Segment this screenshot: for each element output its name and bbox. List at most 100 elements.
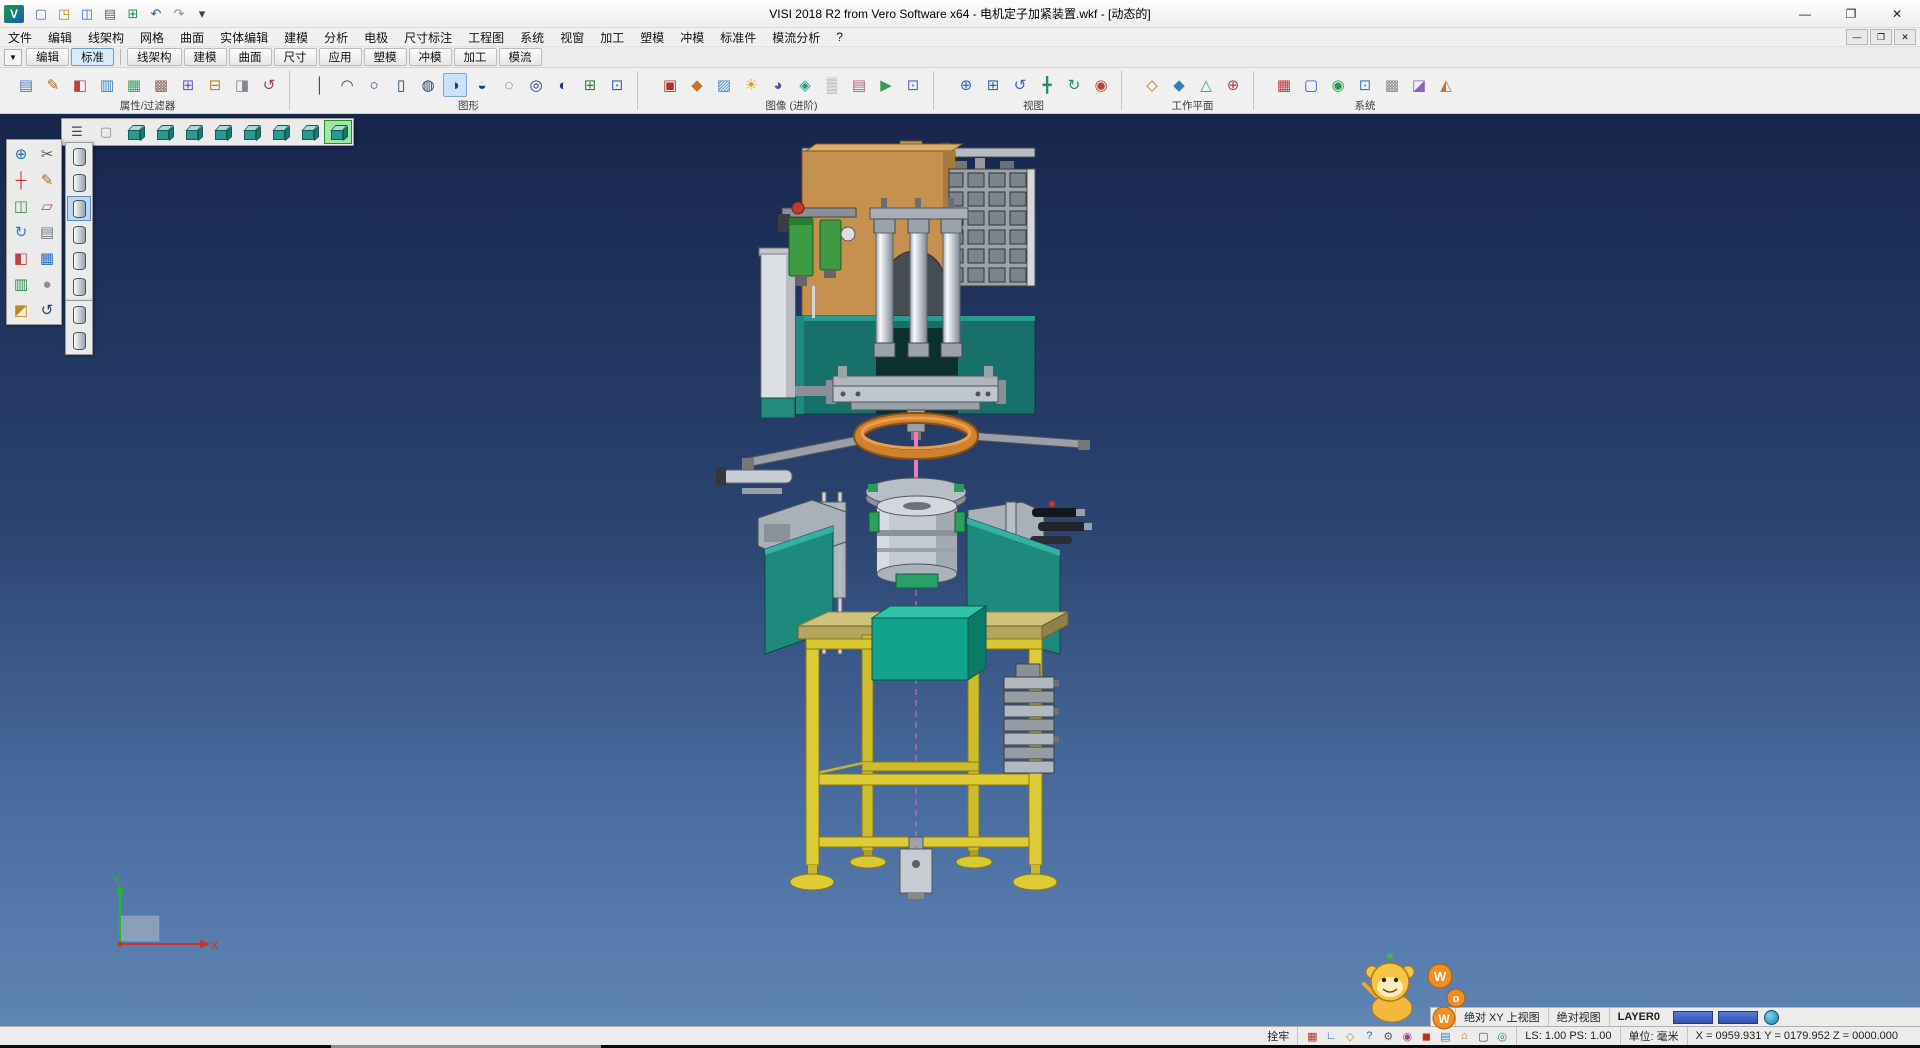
- menu-item[interactable]: 分析: [316, 28, 356, 46]
- qat-customize-dropdown[interactable]: ▾: [191, 4, 213, 24]
- snap-point-icon[interactable]: ┼: [8, 167, 34, 193]
- tab-standard[interactable]: 标准: [71, 48, 114, 66]
- background-icon[interactable]: ▒: [820, 73, 844, 97]
- analysis-display-icon[interactable]: [67, 274, 91, 299]
- delete-icon[interactable]: ▱: [34, 193, 60, 219]
- zoom-window-icon[interactable]: ⊞: [981, 73, 1005, 97]
- menu-item[interactable]: 编辑: [40, 28, 80, 46]
- doc-close-button[interactable]: ✕: [1894, 29, 1916, 45]
- section-mode-icon[interactable]: ◐: [551, 73, 575, 97]
- layers-tool-icon[interactable]: ▥: [8, 271, 34, 297]
- menu-item[interactable]: 实体编辑: [212, 28, 276, 46]
- cylinder-style-icon[interactable]: ▯: [389, 73, 413, 97]
- render-icon[interactable]: ▣: [658, 73, 682, 97]
- compass-icon[interactable]: ◎: [1494, 1029, 1510, 1044]
- paint-icon[interactable]: ◧: [8, 245, 34, 271]
- texture-icon[interactable]: ▨: [712, 73, 736, 97]
- menu-item[interactable]: ?: [828, 28, 851, 46]
- view-bottom-icon[interactable]: [295, 120, 323, 144]
- shadow-icon[interactable]: ◕: [766, 73, 790, 97]
- tab-mold[interactable]: 塑模: [364, 48, 407, 66]
- viewport-3d[interactable]: Y X ☰ ▢: [0, 114, 1920, 1026]
- undo-icon[interactable]: ↶: [145, 4, 167, 24]
- shaded-mode-icon[interactable]: ◑: [443, 73, 467, 97]
- photo-icon[interactable]: ▤: [847, 73, 871, 97]
- view-front-icon[interactable]: [150, 120, 178, 144]
- view-dynamic-icon[interactable]: [324, 120, 352, 144]
- remove-filter-icon[interactable]: ⊟: [203, 73, 227, 97]
- mascot-widget[interactable]: W o W: [1340, 952, 1490, 1044]
- ghost-display-icon[interactable]: [67, 328, 91, 353]
- zoom-tool-icon[interactable]: ⊕: [8, 141, 34, 167]
- menu-item[interactable]: 系统: [512, 28, 552, 46]
- new-file-icon[interactable]: ▢: [30, 4, 52, 24]
- menu-item[interactable]: 塑模: [632, 28, 672, 46]
- menu-item[interactable]: 尺寸标注: [396, 28, 460, 46]
- monitor-icon[interactable]: ▢: [1299, 73, 1323, 97]
- tab-flow[interactable]: 模流: [499, 48, 542, 66]
- pan-icon[interactable]: ╋: [1035, 73, 1059, 97]
- animation-icon[interactable]: ▶: [874, 73, 898, 97]
- doc-minimize-button[interactable]: —: [1846, 29, 1868, 45]
- view-left-icon[interactable]: [208, 120, 236, 144]
- rendered-display-icon[interactable]: [67, 222, 91, 247]
- menu-item[interactable]: 建模: [276, 28, 316, 46]
- sketch-icon[interactable]: ✎: [34, 167, 60, 193]
- workplane-origin-icon[interactable]: ⊕: [1221, 73, 1245, 97]
- section-display-icon[interactable]: [67, 302, 91, 327]
- open-file-icon[interactable]: ◳: [53, 4, 75, 24]
- tab-application[interactable]: 应用: [319, 48, 362, 66]
- refresh-icon[interactable]: ◉: [1089, 73, 1113, 97]
- selection-icon[interactable]: ⊡: [1353, 73, 1377, 97]
- view-right-icon[interactable]: [237, 120, 265, 144]
- workplane-3points-icon[interactable]: △: [1194, 73, 1218, 97]
- tab-edit[interactable]: 编辑: [26, 48, 69, 66]
- undo-tool-icon[interactable]: ↺: [34, 297, 60, 323]
- workplane-list-icon[interactable]: ◇: [1140, 73, 1164, 97]
- table-icon[interactable]: ▦: [34, 245, 60, 271]
- type-filter-icon[interactable]: ▦: [122, 73, 146, 97]
- save-icon[interactable]: ◫: [76, 4, 98, 24]
- ortho-toggle-icon[interactable]: ∟: [1323, 1029, 1339, 1044]
- orbit-icon[interactable]: ↻: [8, 219, 34, 245]
- plot-icon[interactable]: ⊞: [122, 4, 144, 24]
- lighting-icon[interactable]: ☀: [739, 73, 763, 97]
- translucent-display-icon[interactable]: [67, 248, 91, 273]
- tab-surface[interactable]: 曲面: [229, 48, 272, 66]
- analysis-icon[interactable]: ◭: [1434, 73, 1458, 97]
- reflection-icon[interactable]: ◈: [793, 73, 817, 97]
- axes-display-icon[interactable]: ⊡: [605, 73, 629, 97]
- menu-item[interactable]: 冲模: [672, 28, 712, 46]
- minimize-button[interactable]: —: [1782, 0, 1828, 27]
- view-back-icon[interactable]: [179, 120, 207, 144]
- trim-icon[interactable]: ✂: [34, 141, 60, 167]
- tab-wireframe[interactable]: 线架构: [127, 48, 182, 66]
- print-icon[interactable]: ▤: [99, 4, 121, 24]
- shaded-display-icon[interactable]: [67, 196, 91, 221]
- arc-style-icon[interactable]: ◠: [335, 73, 359, 97]
- translucent-mode-icon[interactable]: ◒: [470, 73, 494, 97]
- sphere-icon[interactable]: ●: [34, 271, 60, 297]
- properties-icon[interactable]: ▤: [14, 73, 38, 97]
- tab-dropdown-button[interactable]: ▼: [4, 49, 22, 66]
- grid-toggle-icon[interactable]: ▦: [1304, 1029, 1320, 1044]
- globe-icon[interactable]: ◉: [1326, 73, 1350, 97]
- tab-modeling[interactable]: 建模: [184, 48, 227, 66]
- tab-dimension[interactable]: 尺寸: [274, 48, 317, 66]
- maximize-button[interactable]: ❐: [1828, 0, 1874, 27]
- wireframe-display-icon[interactable]: [67, 144, 91, 169]
- tab-die[interactable]: 冲模: [409, 48, 452, 66]
- menu-item[interactable]: 视窗: [552, 28, 592, 46]
- color-table-icon[interactable]: ▦: [1272, 73, 1296, 97]
- grid-display-icon[interactable]: ⊞: [578, 73, 602, 97]
- view-iso-icon[interactable]: [121, 120, 149, 144]
- menu-item[interactable]: 线架构: [80, 28, 132, 46]
- menu-item[interactable]: 文件: [0, 28, 40, 46]
- add-filter-icon[interactable]: ⊞: [176, 73, 200, 97]
- wireframe-mode-icon[interactable]: ◌: [497, 73, 521, 97]
- menu-item[interactable]: 电极: [356, 28, 396, 46]
- menu-item[interactable]: 模流分析: [764, 28, 828, 46]
- lock-toggle[interactable]: 拴牢: [1259, 1027, 1297, 1045]
- materials-db-icon[interactable]: ◪: [1407, 73, 1431, 97]
- grid-settings-icon[interactable]: ▩: [1380, 73, 1404, 97]
